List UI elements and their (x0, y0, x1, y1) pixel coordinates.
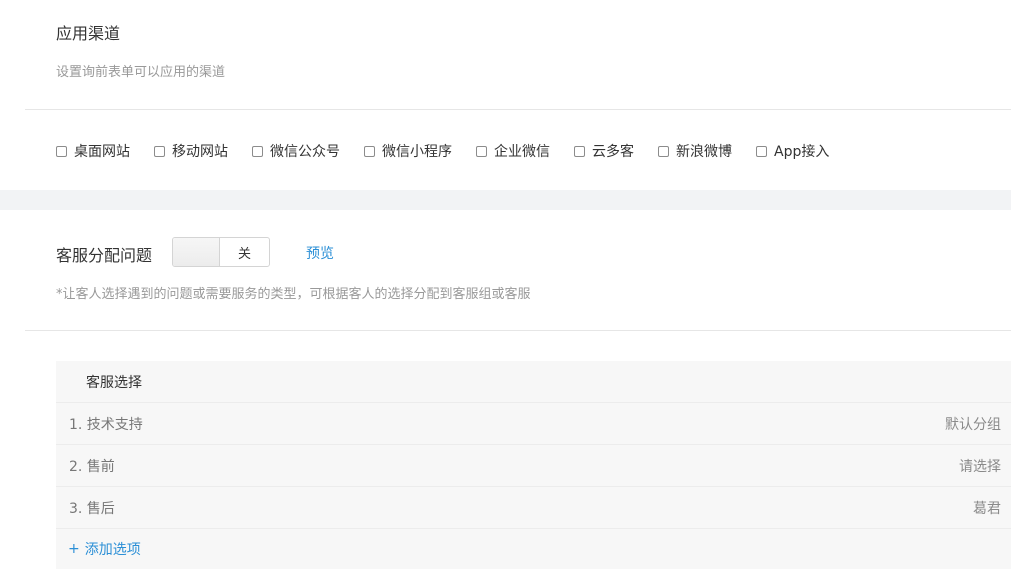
toggle-handle (173, 238, 220, 266)
service-table: 客服选择 1. 技术支持 默认分组 2. 售前 请选择 3. 售后 葛君 + 添… (56, 361, 1011, 569)
channel-option-wecom[interactable]: 企业微信 (476, 141, 550, 161)
plus-icon: + (68, 541, 80, 557)
channel-option-yunduoke[interactable]: 云多客 (574, 141, 634, 161)
row-label: 1. 技术支持 (69, 416, 143, 433)
checkbox[interactable] (154, 145, 165, 157)
channel-label: 企业微信 (494, 144, 550, 160)
checkbox[interactable] (658, 145, 669, 157)
channel-option-mobile-site[interactable]: 移动网站 (154, 141, 228, 161)
channel-option-app[interactable]: App接入 (756, 141, 829, 161)
row-value-select[interactable]: 请选择 (959, 456, 1001, 476)
add-option-label: 添加选项 (84, 542, 141, 558)
channel-label: 云多客 (592, 144, 634, 160)
channels-subtitle: 设置询前表单可以应用的渠道 (56, 65, 226, 80)
row-label: 2. 售前 (69, 458, 115, 475)
checkbox[interactable] (574, 145, 585, 157)
table-row[interactable]: 1. 技术支持 默认分组 (56, 403, 1011, 445)
channels-title: 应用渠道 (56, 24, 121, 43)
checkbox[interactable] (476, 145, 487, 157)
preview-link[interactable]: 预览 (306, 243, 334, 263)
channel-option-wechat-miniprogram[interactable]: 微信小程序 (364, 141, 452, 161)
divider (25, 330, 1011, 331)
assign-toggle[interactable]: 关 (172, 237, 270, 267)
table-row[interactable]: 2. 售前 请选择 (56, 445, 1011, 487)
channel-label: 微信小程序 (382, 144, 452, 160)
table-row[interactable]: 3. 售后 葛君 (56, 487, 1011, 529)
add-option-button[interactable]: + 添加选项 (56, 529, 1011, 569)
checkbox[interactable] (252, 145, 263, 157)
channels-section: 应用渠道 设置询前表单可以应用的渠道 桌面网站 移动网站 微信公众号 微信小程序… (0, 0, 1011, 190)
row-value-select[interactable]: 默认分组 (945, 414, 1001, 434)
channel-option-wechat-official[interactable]: 微信公众号 (252, 141, 340, 161)
channel-label: 桌面网站 (74, 144, 130, 160)
channel-option-desktop-site[interactable]: 桌面网站 (56, 141, 130, 161)
assign-section: 客服分配问题 关 预览 *让客人选择遇到的问题或需要服务的类型，可根据客人的选择… (0, 210, 1011, 577)
table-header: 客服选择 (56, 361, 1011, 403)
channel-option-weibo[interactable]: 新浪微博 (658, 141, 732, 161)
checkbox[interactable] (56, 145, 67, 157)
section-separator (0, 190, 1011, 210)
channel-options: 桌面网站 移动网站 微信公众号 微信小程序 企业微信 云多客 新浪微博 App接… (56, 141, 853, 161)
assign-title: 客服分配问题 (56, 246, 153, 265)
channel-label: 新浪微博 (676, 144, 732, 160)
channel-label: 微信公众号 (270, 144, 340, 160)
row-value-select[interactable]: 葛君 (973, 498, 1001, 518)
channel-label: App接入 (774, 144, 830, 160)
assign-hint: *让客人选择遇到的问题或需要服务的类型，可根据客人的选择分配到客服组或客服 (56, 287, 531, 302)
checkbox[interactable] (364, 145, 375, 157)
row-label: 3. 售后 (69, 500, 115, 517)
divider (25, 109, 1011, 110)
checkbox[interactable] (756, 145, 767, 157)
channel-label: 移动网站 (172, 144, 228, 160)
toggle-state-label: 关 (237, 246, 251, 262)
